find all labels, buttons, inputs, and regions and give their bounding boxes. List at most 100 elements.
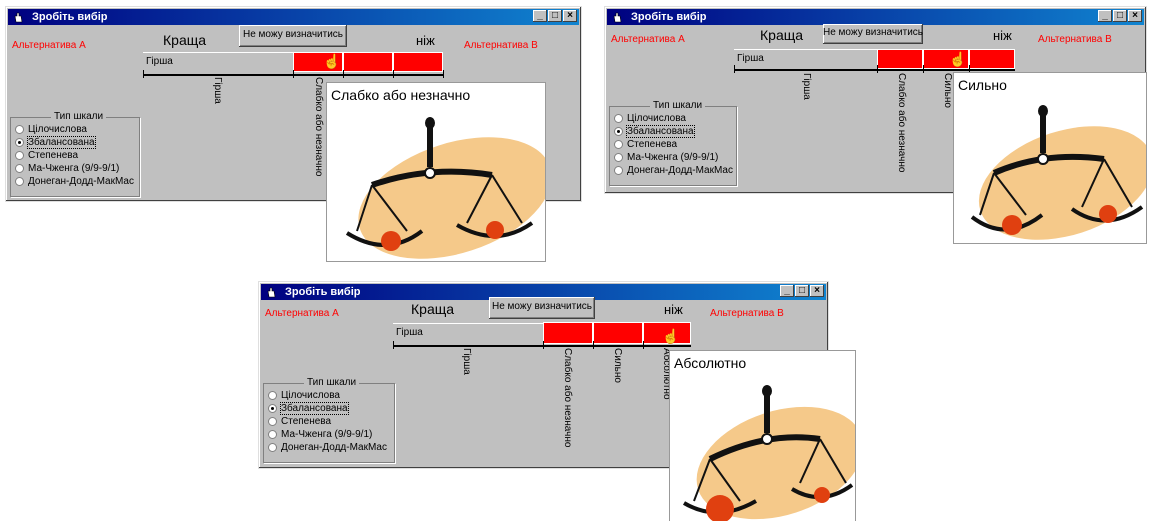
hand-icon bbox=[265, 286, 277, 298]
better-label: Краща bbox=[411, 301, 455, 317]
scale-value-field[interactable]: Гірша bbox=[393, 323, 544, 341]
radio-balanced[interactable]: Збалансована bbox=[614, 125, 695, 138]
maximize-button[interactable]: □ bbox=[1113, 10, 1127, 22]
title-bar[interactable]: Зробіть вибір _ □ × bbox=[607, 9, 1144, 25]
minimize-button[interactable]: _ bbox=[533, 10, 547, 22]
radio-integer[interactable]: Цілочислова bbox=[15, 124, 87, 135]
radio-circle bbox=[15, 151, 24, 160]
scale-type-title: Тип шкали bbox=[304, 377, 360, 388]
window-title: Зробіть вибір bbox=[32, 11, 108, 23]
maximize-button[interactable]: □ bbox=[548, 10, 562, 22]
close-button[interactable]: × bbox=[1128, 10, 1142, 22]
radio-donegan[interactable]: Донеган-Додд-МакМас bbox=[614, 165, 733, 176]
axis-label-strong: Сильно bbox=[942, 73, 953, 108]
scale-tick bbox=[143, 70, 144, 78]
scale-tick bbox=[734, 65, 735, 73]
radio-circle bbox=[614, 114, 623, 123]
radio-ma-zheng[interactable]: Ма-Чженга (9/9-9/1) bbox=[268, 429, 372, 440]
hand-icon bbox=[611, 11, 623, 23]
scale-tick bbox=[877, 65, 878, 73]
scale-tick bbox=[393, 70, 394, 78]
title-bar[interactable]: Зробіть вибір _ □ × bbox=[8, 9, 579, 25]
radio-circle bbox=[268, 417, 277, 426]
scale-cell-weak[interactable] bbox=[543, 322, 593, 344]
better-label: Краща bbox=[163, 32, 207, 48]
radio-circle bbox=[268, 404, 277, 413]
scale-type-title: Тип шкали bbox=[51, 111, 107, 122]
undecided-button[interactable]: Не можу визначитись bbox=[239, 25, 347, 47]
scale-cell-absolute[interactable] bbox=[969, 49, 1015, 69]
radio-circle bbox=[268, 430, 277, 439]
axis-label-weak: Слабко або незначно bbox=[313, 77, 324, 177]
window-title: Зробіть вибір bbox=[285, 286, 361, 298]
scale-value-field[interactable]: Гірша bbox=[734, 49, 877, 66]
alternative-b-label: Альтернатива В bbox=[464, 40, 538, 51]
alternative-b-label: Альтернатива В bbox=[710, 308, 784, 319]
scale-cell-weak[interactable] bbox=[877, 49, 923, 69]
radio-circle bbox=[15, 125, 24, 134]
scale-tick bbox=[593, 341, 594, 349]
hand-pointer-icon: ☝ bbox=[949, 51, 967, 67]
radio-circle bbox=[268, 443, 277, 452]
close-button[interactable]: × bbox=[810, 285, 824, 297]
radio-balanced[interactable]: Збалансована bbox=[268, 402, 349, 415]
scale-tick bbox=[643, 341, 644, 349]
scale-value-field[interactable]: Гірша bbox=[143, 52, 294, 70]
radio-integer[interactable]: Цілочислова bbox=[614, 113, 686, 124]
radio-power[interactable]: Степенева bbox=[268, 416, 331, 427]
radio-circle bbox=[614, 166, 623, 175]
close-button[interactable]: × bbox=[563, 10, 577, 22]
scales-icon bbox=[970, 105, 1146, 240]
tooltip-popup-1: Слабко або незначно bbox=[326, 82, 546, 262]
radio-circle bbox=[614, 127, 623, 136]
radio-power[interactable]: Степенева bbox=[15, 150, 78, 161]
hand-pointer-icon: ☝ bbox=[662, 328, 680, 344]
radio-circle bbox=[15, 138, 24, 147]
axis-label-worse: Гірша bbox=[461, 348, 472, 375]
tooltip-popup-3: Абсолютно bbox=[669, 350, 856, 521]
maximize-button[interactable]: □ bbox=[795, 285, 809, 297]
radio-circle bbox=[268, 391, 277, 400]
radio-ma-zheng[interactable]: Ма-Чженга (9/9-9/1) bbox=[15, 163, 119, 174]
window-title: Зробіть вибір bbox=[631, 11, 707, 23]
alternative-a-label: Альтернатива А bbox=[265, 308, 339, 319]
than-label: ніж bbox=[993, 28, 1012, 43]
scales-icon bbox=[345, 117, 545, 259]
scale-tick bbox=[293, 70, 294, 78]
scale-cell-absolute[interactable] bbox=[393, 52, 443, 72]
minimize-button[interactable]: _ bbox=[780, 285, 794, 297]
than-label: ніж bbox=[664, 302, 683, 317]
radio-donegan[interactable]: Донеган-Додд-МакМас bbox=[268, 442, 387, 453]
than-label: ніж bbox=[416, 33, 435, 48]
minimize-button[interactable]: _ bbox=[1098, 10, 1112, 22]
radio-circle bbox=[614, 153, 623, 162]
axis-label-weak: Слабко або незначно bbox=[896, 73, 907, 173]
radio-power[interactable]: Степенева bbox=[614, 139, 677, 150]
scale-cell-strong[interactable] bbox=[593, 322, 643, 344]
scale-type-title: Тип шкали bbox=[650, 100, 706, 111]
scale-cell-strong[interactable] bbox=[343, 52, 393, 72]
radio-integer[interactable]: Цілочислова bbox=[268, 390, 340, 401]
tooltip-popup-2: Сильно bbox=[953, 72, 1147, 244]
hand-icon bbox=[12, 11, 24, 23]
radio-circle bbox=[614, 140, 623, 149]
scale-axis bbox=[393, 345, 691, 347]
radio-ma-zheng[interactable]: Ма-Чженга (9/9-9/1) bbox=[614, 152, 718, 163]
radio-donegan[interactable]: Донеган-Додд-МакМас bbox=[15, 176, 134, 187]
axis-label-worse: Гірша bbox=[801, 73, 812, 100]
undecided-button[interactable]: Не можу визначитись bbox=[823, 24, 923, 44]
scale-tick bbox=[393, 341, 394, 349]
better-label: Краща bbox=[760, 27, 804, 43]
scale-type-group: Тип шкали Цілочислова Збалансована Степе… bbox=[10, 111, 140, 197]
scale-type-group: Тип шкали Цілочислова Збалансована Степе… bbox=[263, 377, 395, 463]
scale-tick bbox=[443, 70, 444, 78]
hand-pointer-icon: ☝ bbox=[323, 53, 341, 69]
undecided-button[interactable]: Не можу визначитись bbox=[489, 297, 595, 319]
axis-label-worse: Гірша bbox=[212, 77, 223, 104]
radio-balanced[interactable]: Збалансована bbox=[15, 136, 96, 149]
alternative-a-label: Альтернатива А bbox=[611, 34, 685, 45]
scales-icon bbox=[682, 385, 855, 521]
scale-axis bbox=[734, 69, 1015, 71]
radio-circle bbox=[15, 164, 24, 173]
axis-label-strong: Сильно bbox=[612, 348, 623, 383]
